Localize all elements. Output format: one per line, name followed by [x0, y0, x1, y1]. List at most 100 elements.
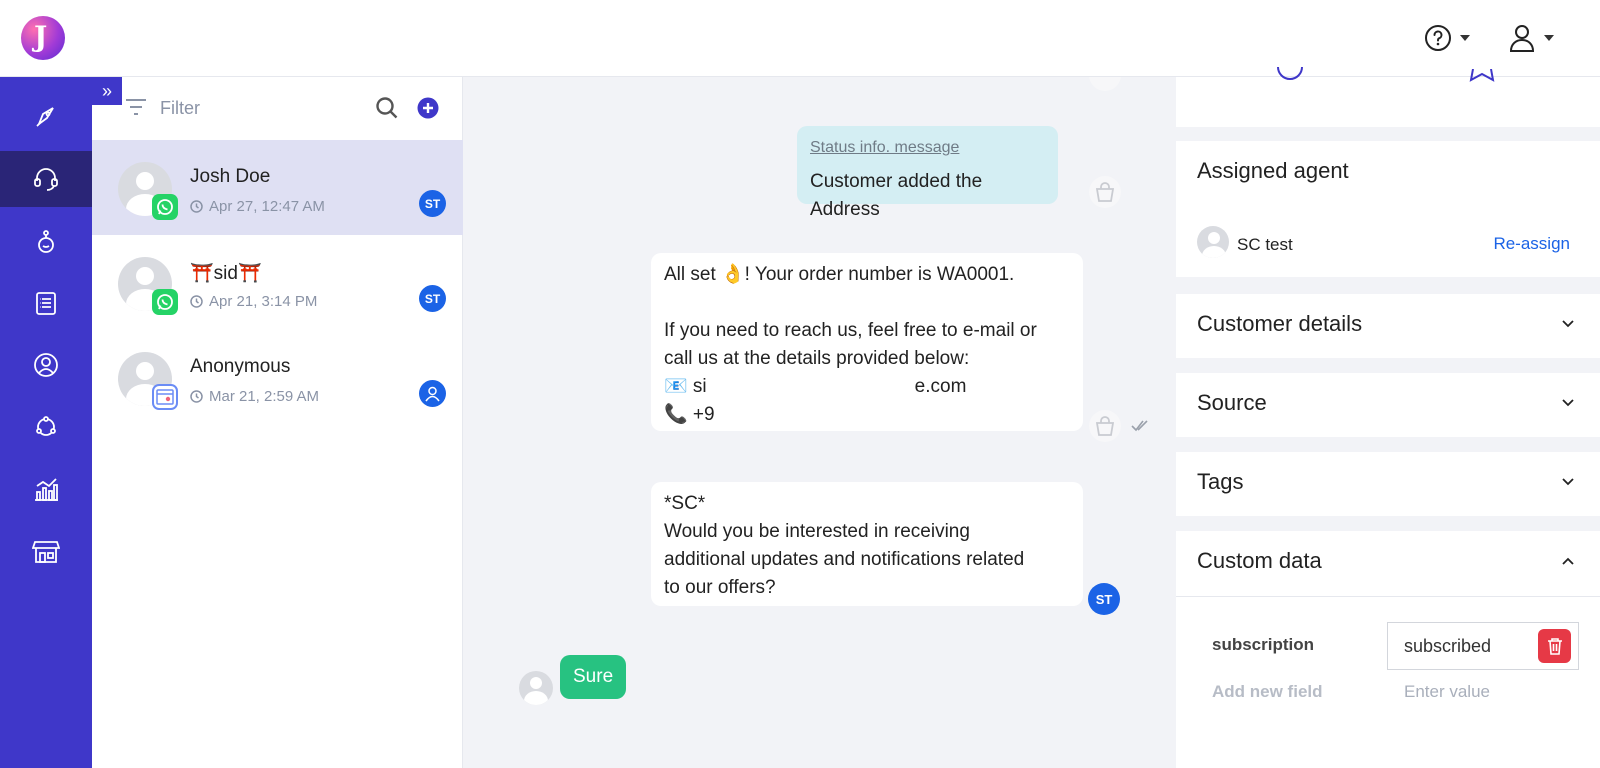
nav-item-store[interactable]	[0, 523, 92, 579]
check-circle-icon[interactable]	[1276, 67, 1304, 91]
shopping-bag-icon	[1089, 176, 1121, 208]
reassign-link[interactable]: Re-assign	[1493, 234, 1570, 254]
divider	[1176, 596, 1600, 597]
filter-label[interactable]: Filter	[160, 98, 200, 119]
shopping-bag-icon	[1089, 410, 1121, 442]
chevron-down-icon[interactable]	[1562, 320, 1574, 328]
user-menu[interactable]	[1508, 21, 1554, 55]
add-conversation-icon[interactable]	[417, 97, 439, 119]
bar-chart-icon	[35, 478, 58, 501]
customer-avatar	[519, 671, 553, 705]
chevron-down-icon	[1544, 35, 1554, 41]
email-start: 📧 si	[664, 376, 707, 397]
headset-icon	[34, 168, 58, 191]
actions-card	[1176, 67, 1600, 127]
custom-field-value-input[interactable]: subscribed	[1387, 622, 1579, 670]
add-new-field-input[interactable]: Add new field	[1212, 682, 1323, 702]
customer-details-title: Customer details	[1197, 311, 1363, 336]
time-text: Apr 21, 3:14 PM	[209, 293, 318, 310]
user-circle-icon	[34, 353, 58, 377]
network-icon	[36, 416, 56, 436]
customer-details-section[interactable]: Customer details	[1176, 294, 1600, 358]
message-line: additional updates and notifications rel…	[664, 549, 1025, 570]
nav-item-inbox[interactable]	[0, 151, 92, 207]
nav-item-bots[interactable]	[0, 213, 92, 269]
assigned-agent-title: Assigned agent	[1197, 158, 1349, 183]
source-title: Source	[1197, 390, 1267, 415]
web-chat-icon	[152, 384, 178, 410]
top-bar: J	[0, 0, 1600, 77]
offer-message-bubble: *SC* Would you be interested in receivin…	[651, 482, 1083, 606]
customer-reply-bubble: Sure	[560, 655, 627, 699]
status-message-bubble: Status info. message Customer added the …	[797, 126, 1058, 220]
conversation-item[interactable]: Anonymous Mar 21, 2:59 AM	[92, 330, 463, 425]
order-email-line: 📧 si e.com	[664, 373, 1070, 401]
message-line: Would you be interested in receiving	[664, 521, 970, 542]
assigned-agent-card: Assigned agent SC test Re-assign	[1176, 141, 1600, 277]
agent-badge: ST	[419, 190, 446, 217]
double-check-icon	[1131, 420, 1148, 432]
agent-badge: ST	[1088, 583, 1120, 615]
star-icon[interactable]	[1467, 69, 1497, 93]
nav-item-templates[interactable]	[0, 275, 92, 331]
user-icon	[1509, 25, 1535, 52]
tags-section[interactable]: Tags	[1176, 452, 1600, 516]
trash-icon	[1547, 638, 1562, 655]
nav-item-campaigns[interactable]	[0, 89, 92, 145]
custom-field-value: subscribed	[1404, 636, 1492, 656]
redacted-block	[706, 377, 915, 396]
bag-icon	[1089, 77, 1121, 91]
nav-item-contacts[interactable]	[0, 337, 92, 393]
app-logo[interactable]: J	[21, 16, 65, 60]
agent-avatar	[1197, 226, 1229, 258]
conversation-item[interactable]: ⛩️sid⛩️ Apr 21, 3:14 PM ST	[92, 235, 463, 330]
conversation-name: Anonymous	[190, 356, 291, 377]
nav-item-analytics[interactable]	[0, 461, 92, 517]
agent-user-badge	[419, 380, 446, 407]
custom-field-key: subscription	[1212, 635, 1315, 654]
nav-item-integrations[interactable]	[0, 399, 92, 455]
chevron-down-icon[interactable]	[1562, 478, 1574, 486]
help-menu[interactable]	[1424, 21, 1470, 55]
whatsapp-icon	[152, 194, 178, 220]
filter-bar: Filter	[92, 77, 463, 140]
chevron-down-icon	[1460, 35, 1470, 41]
message-line: *SC*	[664, 493, 706, 514]
bot-icon	[38, 230, 54, 253]
filter-icon[interactable]	[125, 97, 147, 117]
conversation-name: Josh Doe	[190, 166, 271, 187]
clipboard-list-icon	[36, 292, 56, 315]
message-line: to our offers?	[664, 577, 776, 598]
clock-icon	[190, 390, 203, 403]
conversation-item[interactable]: Josh Doe Apr 27, 12:47 AM ST	[92, 140, 463, 235]
logo-letter: J	[34, 20, 48, 53]
time-text: Apr 27, 12:47 AM	[209, 198, 325, 215]
order-line: All set 👌! Your order number is WA0001.	[664, 264, 1015, 285]
rocket-icon	[36, 107, 54, 127]
enter-value-input[interactable]: Enter value	[1404, 682, 1490, 702]
conversation-time: Apr 27, 12:47 AM	[190, 198, 325, 215]
double-chevron-right-icon: »	[101, 80, 112, 101]
order-line: If you need to reach us, feel free to e-…	[664, 320, 1037, 341]
custom-data-section: Custom data subscription subscribed Add …	[1176, 531, 1600, 768]
expand-sidebar-button[interactable]: »	[92, 77, 122, 105]
order-line: call us at the details provided below:	[664, 348, 970, 369]
agent-badge: ST	[419, 285, 446, 312]
status-info-link[interactable]: Status info. message	[810, 134, 1045, 162]
details-panel: Assigned agent SC test Re-assign Custome…	[1176, 67, 1600, 768]
search-icon[interactable]	[375, 96, 399, 120]
custom-data-title: Custom data	[1197, 548, 1322, 573]
status-text: Customer added the Address	[810, 171, 983, 220]
clock-icon	[190, 295, 203, 308]
conversation-list: Filter Josh Doe Apr 27, 12:47 AM ST ⛩️si…	[92, 77, 463, 768]
clock-icon	[190, 200, 203, 213]
conversation-time: Apr 21, 3:14 PM	[190, 293, 317, 310]
order-phone-line: 📞 +9	[664, 404, 715, 425]
chevron-down-icon[interactable]	[1562, 399, 1574, 407]
left-nav	[0, 77, 92, 768]
chevron-up-icon[interactable]	[1562, 557, 1574, 565]
source-section[interactable]: Source	[1176, 373, 1600, 437]
delete-field-button[interactable]	[1538, 629, 1571, 663]
time-text: Mar 21, 2:59 AM	[209, 388, 320, 405]
agent-name: SC test	[1237, 235, 1293, 254]
